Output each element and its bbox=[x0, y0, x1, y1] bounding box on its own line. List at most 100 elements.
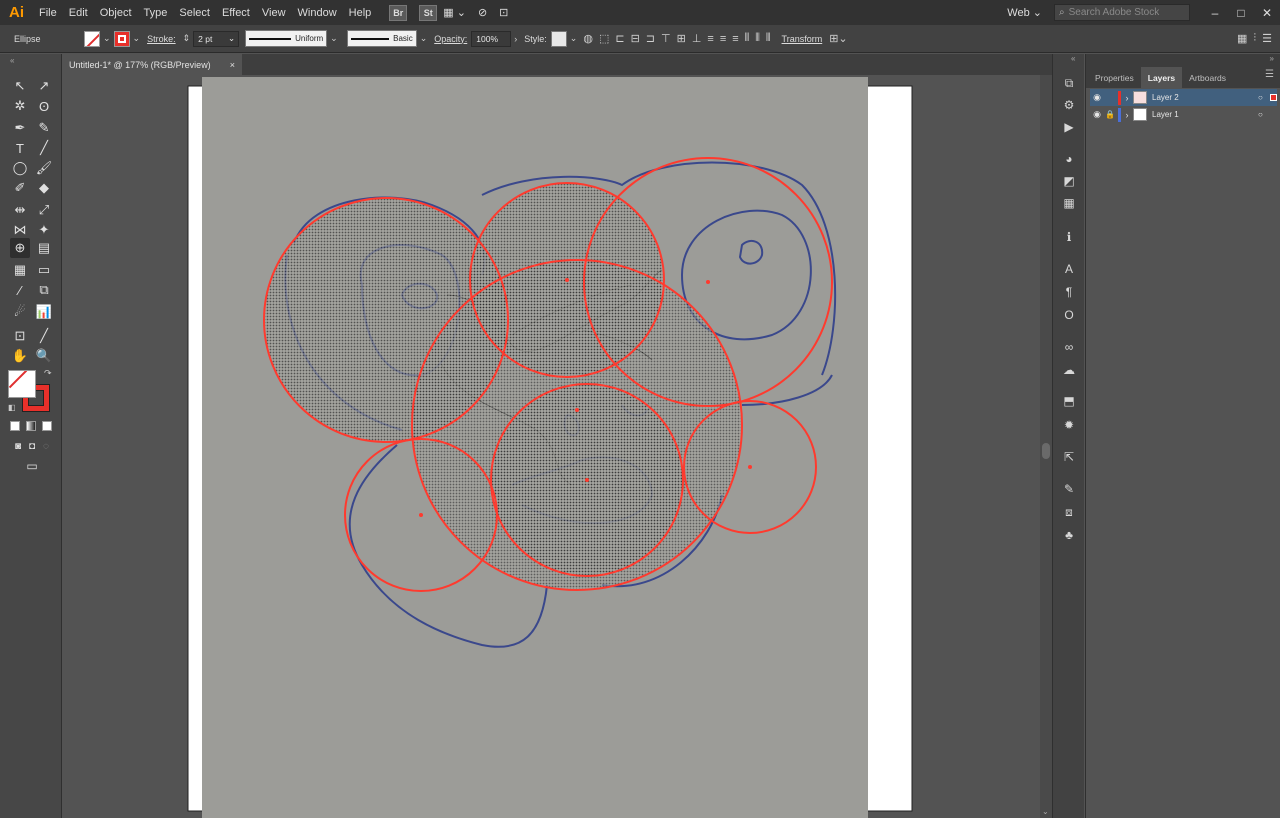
actions-play-icon[interactable]: ▶ bbox=[1060, 118, 1078, 136]
tab-properties[interactable]: Properties bbox=[1088, 67, 1141, 88]
scroll-down-icon[interactable]: ⌄ bbox=[1042, 807, 1049, 816]
blend-tool-icon[interactable]: ⧉ bbox=[34, 280, 54, 300]
paintbrush-tool-icon[interactable]: 🖌 bbox=[34, 158, 54, 178]
close-tab-icon[interactable]: × bbox=[230, 60, 235, 70]
symbol-sprayer-tool-icon[interactable]: ☄ bbox=[10, 302, 30, 322]
screen-mode-icon[interactable]: ▭ bbox=[22, 456, 42, 476]
layer-name[interactable]: Layer 1 bbox=[1152, 110, 1258, 119]
fill-swatch[interactable] bbox=[84, 30, 100, 47]
distribute-right-icon[interactable]: ⫴ bbox=[766, 32, 771, 45]
target-circle-icon[interactable]: ○ bbox=[1258, 110, 1268, 119]
variable-width-profile[interactable]: Uniform bbox=[245, 30, 328, 47]
export-icon[interactable]: ⇱ bbox=[1060, 448, 1078, 466]
appearance-icon[interactable]: ✹ bbox=[1060, 416, 1078, 434]
club-symbol-icon[interactable]: ♣ bbox=[1060, 526, 1078, 544]
draw-inside-icon[interactable]: ◌ bbox=[36, 436, 56, 456]
visibility-eye-icon[interactable]: ◉ bbox=[1090, 109, 1104, 120]
lock-icon[interactable]: 🔒 bbox=[1104, 110, 1116, 119]
properties-gear-icon[interactable]: ⚙ bbox=[1060, 96, 1078, 114]
bridge-button[interactable]: Br bbox=[389, 4, 408, 21]
target-circle-icon[interactable]: ○ bbox=[1258, 93, 1268, 102]
opacity-label[interactable]: Opacity: bbox=[434, 34, 467, 44]
symbols-icon[interactable]: ⧈ bbox=[1060, 503, 1078, 521]
menu-object[interactable]: Object bbox=[94, 7, 138, 19]
align-to-selection-icon[interactable]: ⬚ bbox=[599, 32, 609, 45]
brush-dropdown-icon[interactable]: ⌄ bbox=[420, 33, 428, 44]
opacity-field[interactable]: 100% bbox=[471, 30, 512, 47]
align-center-icon[interactable]: ⊟ bbox=[631, 32, 640, 45]
distribute-left-icon[interactable]: ⫴ bbox=[745, 32, 750, 45]
menu-select[interactable]: Select bbox=[173, 7, 216, 19]
eraser-tool-icon[interactable]: ◆ bbox=[34, 178, 54, 198]
profile-dropdown-icon[interactable]: ⌄ bbox=[330, 33, 338, 44]
layer-row[interactable]: ◉ 🔒 › Layer 1 ○ bbox=[1090, 106, 1277, 123]
vertical-scrollbar[interactable]: ⌄ bbox=[1040, 75, 1052, 818]
stroke-weight-stepper-icon[interactable]: ⇕ bbox=[183, 33, 191, 44]
panel-menu-icon[interactable]: ☰ bbox=[1265, 69, 1274, 80]
color-mode-icon[interactable] bbox=[10, 421, 20, 431]
paragraph-icon[interactable]: ¶ bbox=[1060, 283, 1078, 301]
creative-cloud-icon[interactable]: ☁ bbox=[1060, 361, 1078, 379]
character-icon[interactable]: A bbox=[1060, 260, 1078, 278]
selection-tool-icon[interactable]: ↖ bbox=[10, 76, 30, 96]
stock-search-input[interactable]: ⌕ Search Adobe Stock bbox=[1054, 4, 1190, 21]
reflect-tool-icon[interactable]: ⇹ bbox=[10, 200, 30, 220]
none-mode-icon[interactable] bbox=[42, 421, 52, 431]
align-bottom-icon[interactable]: ⊥ bbox=[692, 32, 702, 45]
menu-file[interactable]: File bbox=[33, 7, 63, 19]
minimize-icon[interactable]: – bbox=[1202, 6, 1228, 20]
slice-tool-icon[interactable]: ╱ bbox=[34, 326, 54, 346]
stroke-weight-field[interactable]: 2 pt ⌄ bbox=[193, 30, 240, 47]
tab-artboards[interactable]: Artboards bbox=[1182, 67, 1233, 88]
collapse-icon[interactable]: « bbox=[10, 56, 14, 65]
selection-indicator[interactable] bbox=[1270, 94, 1277, 101]
brushes-icon[interactable]: ✎ bbox=[1060, 480, 1078, 498]
distribute-center-icon[interactable]: ⫴ bbox=[755, 32, 760, 45]
close-window-icon[interactable]: ✕ bbox=[1254, 6, 1280, 20]
gradient-panel-icon[interactable]: ◩ bbox=[1060, 172, 1078, 190]
stock-button[interactable]: St bbox=[419, 4, 438, 21]
magic-wand-tool-icon[interactable]: ✲ bbox=[10, 96, 30, 116]
tab-layers[interactable]: Layers bbox=[1140, 67, 1183, 88]
maximize-icon[interactable]: □ bbox=[1228, 6, 1254, 20]
ellipse-tool-icon[interactable]: ◯ bbox=[10, 158, 30, 178]
layer-name[interactable]: Layer 2 bbox=[1152, 93, 1258, 102]
stroke-label[interactable]: Stroke: bbox=[147, 34, 176, 44]
align-right-icon[interactable]: ⊐ bbox=[646, 32, 655, 45]
fill-dropdown-icon[interactable]: ⌄ bbox=[103, 33, 111, 44]
expand-chevron-icon[interactable]: › bbox=[1121, 110, 1133, 120]
opacity-arrow-icon[interactable]: › bbox=[514, 34, 517, 44]
menu-window[interactable]: Window bbox=[292, 7, 343, 19]
distribute-bottom-icon[interactable]: ≡ bbox=[732, 33, 738, 45]
gradient-mode-icon[interactable] bbox=[26, 421, 36, 431]
lasso-tool-icon[interactable]: ʘ bbox=[34, 96, 54, 116]
workspace-switcher[interactable]: Web ⌄ bbox=[1007, 6, 1042, 19]
gpu-preview-icon[interactable]: ⊡ bbox=[493, 6, 514, 19]
align-middle-icon[interactable]: ⊞ bbox=[677, 32, 686, 45]
libraries-icon[interactable]: ⧉ bbox=[1060, 74, 1078, 92]
fill-stroke-swatches[interactable]: ↷ ◧ bbox=[8, 368, 52, 414]
layer-row[interactable]: ◉ › Layer 2 ○ bbox=[1090, 89, 1277, 106]
canvas[interactable] bbox=[62, 75, 1040, 818]
column-graph-tool-icon[interactable]: 📊 bbox=[34, 302, 54, 322]
image-trace-icon[interactable]: ⬒ bbox=[1060, 392, 1078, 410]
artboard-tool-icon[interactable]: ⊡ bbox=[10, 326, 30, 346]
panel-options-icon[interactable]: ⫶ bbox=[1253, 32, 1256, 45]
menu-help[interactable]: Help bbox=[343, 7, 378, 19]
menu-icon[interactable]: ☰ bbox=[1262, 32, 1272, 45]
collapse-dock-icon[interactable]: « bbox=[1071, 54, 1075, 63]
line-segment-tool-icon[interactable]: ╱ bbox=[34, 138, 54, 158]
scale-tool-icon[interactable]: ⤢ bbox=[34, 200, 54, 220]
distribute-middle-icon[interactable]: ≡ bbox=[720, 33, 726, 45]
puppet-warp-tool-icon[interactable]: ✦ bbox=[34, 220, 54, 240]
stroke-swatch[interactable] bbox=[113, 30, 130, 47]
transparency-icon[interactable]: ▦ bbox=[1060, 194, 1078, 212]
align-top-icon[interactable]: ⊤ bbox=[661, 32, 671, 45]
expand-chevron-icon[interactable]: › bbox=[1121, 93, 1133, 103]
zoom-tool-icon[interactable]: 🔍 bbox=[34, 346, 54, 366]
menu-type[interactable]: Type bbox=[138, 7, 174, 19]
graphic-style-swatch[interactable] bbox=[550, 30, 567, 47]
shape-builder-tool-icon[interactable]: ⊕ bbox=[10, 238, 30, 258]
default-colors-icon[interactable]: ◧ bbox=[8, 403, 16, 412]
mesh-tool-icon[interactable]: ▦ bbox=[10, 260, 30, 280]
